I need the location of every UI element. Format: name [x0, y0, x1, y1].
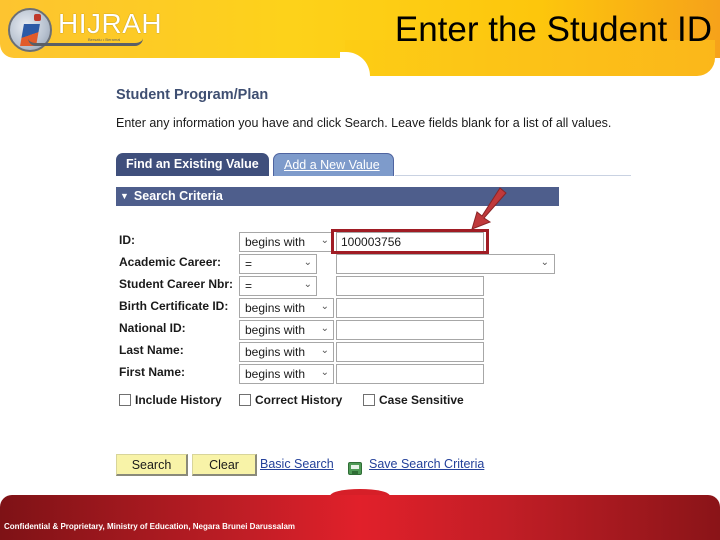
- crown-icon: [34, 14, 41, 21]
- student-career-nbr-input[interactable]: [336, 276, 484, 296]
- id-label: ID:: [119, 233, 135, 247]
- student-career-nbr-label: Student Career Nbr:: [119, 277, 234, 291]
- academic-career-operator-select[interactable]: = ⌄: [239, 254, 317, 274]
- tab-divider: [395, 175, 631, 176]
- national-id-operator-value: begins with: [245, 323, 306, 337]
- include-history-checkbox[interactable]: Include History: [119, 393, 222, 407]
- first-name-input[interactable]: [336, 364, 484, 384]
- chevron-down-icon: ⌄: [303, 279, 312, 290]
- id-operator-value: begins with: [245, 235, 306, 249]
- student-career-nbr-operator-select[interactable]: = ⌄: [239, 276, 317, 296]
- checkbox-icon: [239, 394, 251, 406]
- last-name-operator-value: begins with: [245, 345, 306, 359]
- chevron-down-icon: ⌄: [320, 345, 329, 356]
- birth-certificate-id-label: Birth Certificate ID:: [119, 299, 229, 313]
- instructions-text: Enter any information you have and click…: [116, 116, 612, 130]
- last-name-label: Last Name:: [119, 343, 184, 357]
- student-career-nbr-operator-value: =: [245, 279, 253, 293]
- national-id-input[interactable]: [336, 320, 484, 340]
- id-operator-select[interactable]: begins with ⌄: [239, 232, 334, 252]
- collapse-triangle-icon: ▼: [120, 191, 129, 201]
- case-sensitive-label: Case Sensitive: [379, 393, 464, 407]
- checkbox-icon: [363, 394, 375, 406]
- search-button[interactable]: Search: [116, 454, 188, 476]
- chevron-down-icon: ⌄: [320, 235, 329, 246]
- tab-add-new-value[interactable]: Add a New Value: [273, 153, 394, 176]
- chevron-down-icon: ⌄: [320, 323, 329, 334]
- academic-career-select[interactable]: ⌄: [336, 254, 555, 274]
- save-search-criteria-link[interactable]: Save Search Criteria: [369, 457, 484, 471]
- chevron-down-icon: ⌄: [303, 257, 312, 268]
- chevron-down-icon: ⌄: [320, 367, 329, 378]
- logo-swoosh: [28, 38, 143, 46]
- national-id-label: National ID:: [119, 321, 186, 335]
- last-name-operator-select[interactable]: begins with ⌄: [239, 342, 334, 362]
- pointer-arrow-icon: [471, 187, 507, 230]
- birth-certificate-id-operator-select[interactable]: begins with ⌄: [239, 298, 334, 318]
- correct-history-label: Correct History: [255, 393, 343, 407]
- last-name-input[interactable]: [336, 342, 484, 362]
- academic-career-operator-value: =: [245, 257, 253, 271]
- national-id-operator-select[interactable]: begins with ⌄: [239, 320, 334, 340]
- logo-tagline: Bersatu • Beramal: [88, 37, 121, 42]
- slide-footer-band: [0, 495, 720, 540]
- chevron-down-icon: ⌄: [540, 257, 549, 268]
- basic-search-link[interactable]: Basic Search: [260, 457, 334, 471]
- chevron-down-icon: ⌄: [320, 301, 329, 312]
- first-name-label: First Name:: [119, 365, 186, 379]
- hijrah-logo: HIJRAH Bersatu • Beramal: [6, 2, 162, 54]
- include-history-label: Include History: [135, 393, 222, 407]
- clear-button[interactable]: Clear: [192, 454, 257, 476]
- slide-title: Enter the Student ID: [394, 10, 712, 49]
- id-highlight-box: [331, 229, 489, 254]
- page-title: Student Program/Plan: [116, 87, 269, 103]
- footer-text: Confidential & Proprietary, Ministry of …: [4, 522, 296, 531]
- first-name-operator-select[interactable]: begins with ⌄: [239, 364, 334, 384]
- birth-certificate-id-input[interactable]: [336, 298, 484, 318]
- save-icon[interactable]: [348, 462, 362, 475]
- case-sensitive-checkbox[interactable]: Case Sensitive: [363, 393, 464, 407]
- search-criteria-label: Search Criteria: [133, 189, 223, 203]
- tab-find-existing-value[interactable]: Find an Existing Value: [116, 153, 269, 176]
- logo-text: HIJRAH: [58, 8, 163, 39]
- first-name-operator-value: begins with: [245, 367, 306, 381]
- checkbox-icon: [119, 394, 131, 406]
- academic-career-label: Academic Career:: [119, 255, 222, 269]
- birth-certificate-id-operator-value: begins with: [245, 301, 306, 315]
- correct-history-checkbox[interactable]: Correct History: [239, 393, 342, 407]
